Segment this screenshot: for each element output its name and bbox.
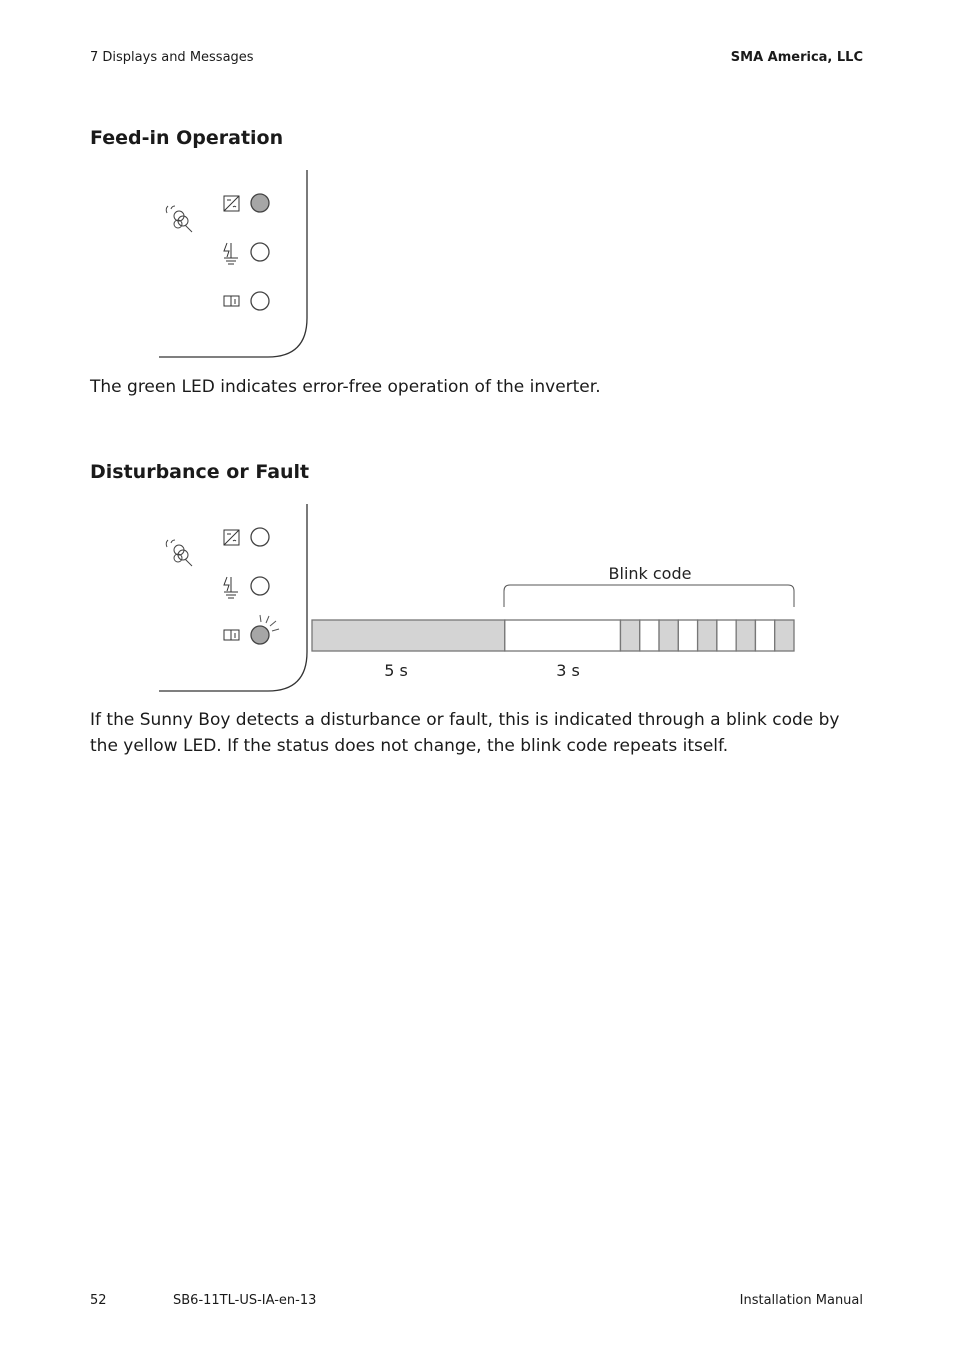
paragraph-disturbance: If the Sunny Boy detects a disturbance o… bbox=[90, 710, 840, 756]
led-yellow bbox=[250, 625, 270, 645]
led-red bbox=[250, 576, 270, 596]
ground-fault-icon bbox=[223, 576, 238, 599]
section-title-disturbance: Disturbance or Fault bbox=[90, 461, 310, 483]
footer-page-number: 52 bbox=[90, 1293, 107, 1308]
tap-icon bbox=[165, 205, 193, 233]
led-yellow bbox=[250, 291, 270, 311]
timeline-segment-on bbox=[735, 619, 757, 652]
paragraph-feed-in: The green LED indicates error-free opera… bbox=[90, 377, 601, 397]
timeline-segment-off bbox=[677, 619, 699, 652]
led-green bbox=[250, 193, 270, 213]
timeline-segment-on bbox=[696, 619, 718, 652]
timeline-segment-off bbox=[504, 619, 622, 652]
timeline-segment-on bbox=[311, 619, 506, 652]
led-green bbox=[250, 527, 270, 547]
section-title-feed-in: Feed-in Operation bbox=[90, 127, 284, 149]
timeline-segment-off bbox=[716, 619, 737, 652]
duration-label-3s: 3 s bbox=[556, 661, 580, 680]
duration-label-5s: 5 s bbox=[384, 661, 408, 680]
inverter-icon bbox=[223, 195, 240, 212]
blink-code-bracket bbox=[503, 584, 795, 607]
blink-timeline: Blink code 5 s 3 s bbox=[311, 564, 795, 680]
header-section: 7 Displays and Messages bbox=[90, 50, 254, 65]
header-company: SMA America, LLC bbox=[730, 50, 863, 65]
footer-doc-id: SB6-11TL-US-IA-en-13 bbox=[173, 1293, 317, 1308]
manual-info-icon bbox=[223, 295, 240, 307]
timeline-segment-off bbox=[639, 619, 660, 652]
footer-doc-type: Installation Manual bbox=[739, 1293, 863, 1308]
led-red bbox=[250, 242, 270, 262]
tap-icon bbox=[165, 539, 193, 567]
blink-code-label: Blink code bbox=[609, 564, 692, 583]
led-panel-disturbance bbox=[159, 504, 308, 692]
led-panel-feed-in bbox=[159, 170, 308, 358]
inverter-icon bbox=[223, 529, 240, 546]
manual-info-icon bbox=[223, 629, 240, 641]
timeline-segment-on bbox=[658, 619, 679, 652]
timeline-segment-on bbox=[774, 619, 795, 652]
ground-fault-icon bbox=[223, 242, 238, 265]
timeline-segment-on bbox=[619, 619, 641, 652]
timeline-segment-off bbox=[754, 619, 776, 652]
